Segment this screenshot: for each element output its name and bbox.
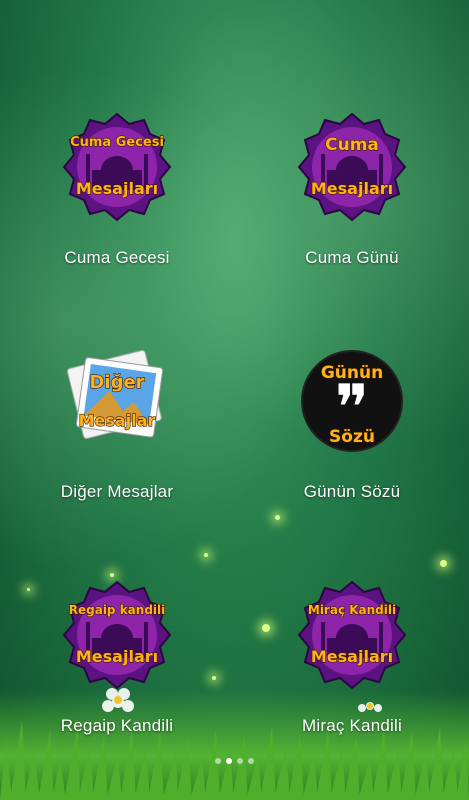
app-diger-mesajlar[interactable]: Diğer Mesajlar Diğer Mesajlar [0, 234, 234, 501]
page-dot[interactable] [237, 758, 243, 764]
badge-line1: Cuma [325, 135, 379, 155]
app-mirac-kandili[interactable]: Miraç Kandili Mesajları Miraç Kandili [235, 468, 469, 735]
app-cuma-gunu[interactable]: Cuma Mesajları Cuma Günü [235, 0, 469, 267]
badge-line2: Mesajları [76, 179, 158, 198]
badge-line2: Mesajları [311, 179, 393, 198]
quote-icon: ❞ Günün Sözü [297, 346, 407, 456]
badge-line2: Mesajları [76, 647, 158, 666]
app-regaip-kandili[interactable]: Regaip kandili Mesajları Regaip Kandili [0, 468, 234, 735]
app-label: Regaip Kandili [60, 716, 174, 735]
mosque-badge-icon: Cuma Gecesi Mesajları [62, 112, 172, 222]
page-dot[interactable] [248, 758, 254, 764]
app-grid: Cuma Gecesi Mesajları Cuma Gecesi Cuma M… [0, 0, 469, 800]
badge-line1: Miraç Kandili [308, 603, 396, 617]
page-dot[interactable] [215, 758, 221, 764]
app-cuma-gecesi[interactable]: Cuma Gecesi Mesajları Cuma Gecesi [0, 0, 234, 267]
app-gunun-sozu[interactable]: ❞ Günün Sözü Günün Sözü [235, 234, 469, 501]
mosque-badge-icon: Regaip kandili Mesajları [62, 580, 172, 690]
badge-line1: Diğer [89, 372, 144, 393]
mosque-badge-icon: Cuma Mesajları [297, 112, 407, 222]
badge-line2: Mesajlar [79, 411, 156, 430]
badge-line1: Regaip kandili [69, 603, 166, 617]
mosque-badge-icon: Miraç Kandili Mesajları [297, 580, 407, 690]
page-indicator [0, 758, 469, 764]
badge-line1: Günün [321, 363, 383, 383]
badge-line1: Cuma Gecesi [70, 135, 164, 150]
page-dot[interactable] [226, 758, 232, 764]
photos-icon: Diğer Mesajlar [62, 346, 172, 456]
badge-line2: Sözü [329, 427, 375, 447]
app-label: Miraç Kandili [302, 716, 402, 735]
badge-line2: Mesajları [311, 647, 393, 666]
